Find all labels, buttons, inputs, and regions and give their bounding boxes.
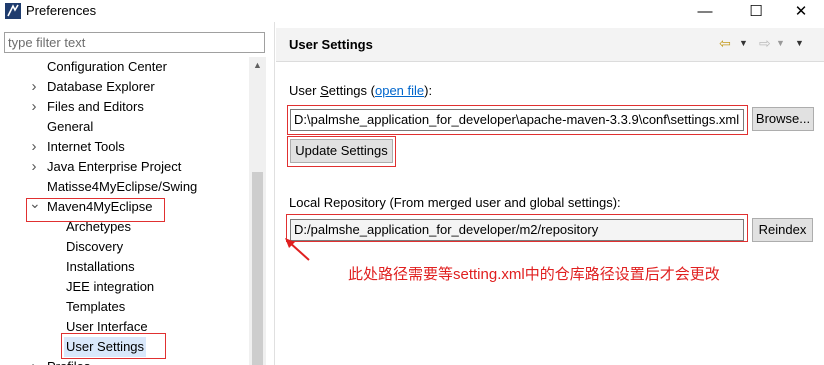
tree-item-label: Templates [66, 299, 126, 314]
user-settings-label: User Settings (open file): [289, 83, 432, 98]
page-title: User Settings [289, 37, 373, 52]
local-repository-label: Local Repository (From merged user and g… [289, 195, 621, 210]
user-settings-label-prefix: User [289, 83, 321, 98]
page-header: User Settings ⇦ ▼ ⇨ ▼ ▼ [276, 28, 824, 62]
annotation-note: 此处路径需要等setting.xml中的仓库路径设置后才会更改 [348, 266, 720, 283]
user-settings-label-mnemonic: S [320, 83, 329, 98]
user-settings-label-close: ): [424, 83, 433, 98]
tree-item[interactable]: JEE integration [0, 277, 249, 297]
chevron-down-icon[interactable]: ⌄ [29, 193, 41, 213]
tree-item-label: JEE integration [66, 279, 155, 294]
user-settings-path-field[interactable]: D:\palmshe_application_for_developer\apa… [290, 109, 744, 131]
chevron-right-icon[interactable]: › [29, 357, 39, 365]
close-button[interactable]: ✕ [778, 0, 824, 22]
tree-item[interactable]: General [0, 117, 249, 137]
tree-item[interactable]: › Java Enterprise Project [0, 157, 249, 177]
tree-item-label: Installations [66, 259, 135, 274]
tree-item[interactable]: Configuration Center [0, 57, 249, 77]
tree-item[interactable]: Discovery [0, 237, 249, 257]
tree-item-label: User Settings [64, 337, 147, 357]
tree-item-label: Java Enterprise Project [47, 159, 182, 174]
tree-item[interactable]: Templates [0, 297, 249, 317]
local-repository-path-field: D:/palmshe_application_for_developer/m2/… [290, 219, 744, 241]
update-settings-button[interactable]: Update Settings [290, 139, 393, 163]
forward-arrow-icon[interactable]: ⇨ [759, 35, 771, 52]
maximize-button[interactable]: ☐ [733, 0, 779, 22]
minimize-button[interactable]: — [682, 0, 728, 22]
tree-item[interactable]: User Settings [0, 337, 249, 357]
tree-item[interactable]: › Internet Tools [0, 137, 249, 157]
chevron-right-icon[interactable]: › [29, 97, 39, 117]
tree-item-label: Discovery [66, 239, 124, 254]
tree-item-label: Internet Tools [47, 139, 125, 154]
tree-item[interactable]: Archetypes [0, 217, 249, 237]
scroll-thumb[interactable] [252, 172, 263, 365]
reindex-button[interactable]: Reindex [752, 218, 813, 242]
tree-item-label: Profiles [47, 357, 90, 365]
tree-item-label: Database Explorer [47, 79, 155, 94]
window-title: Preferences [26, 3, 97, 18]
tree-item[interactable]: › Profiles [0, 357, 249, 365]
annotation-arrow-icon [285, 238, 310, 261]
tree-item[interactable]: › Database Explorer [0, 77, 249, 97]
tree-item-label: Archetypes [66, 219, 132, 234]
tree-item-label: User Interface [66, 319, 148, 334]
filter-input[interactable] [4, 32, 265, 53]
tree-item-label: Configuration Center [47, 59, 167, 74]
preference-tree: Configuration Center › Database Explorer › F… [0, 57, 266, 365]
user-settings-label-suffix: ettings ( [328, 83, 375, 98]
forward-dropdown-icon[interactable]: ▼ [776, 38, 785, 48]
tree-item[interactable]: Installations [0, 257, 249, 277]
scroll-up-arrow-icon[interactable]: ▲ [249, 57, 266, 74]
title-bar: Preferences — ☐ ✕ [0, 0, 824, 22]
tree-scrollbar[interactable]: ▲ [249, 57, 266, 365]
chevron-right-icon[interactable]: › [29, 157, 39, 177]
view-menu-icon[interactable]: ▼ [795, 38, 804, 48]
tree-item[interactable]: ⌄ Maven4MyEclipse [0, 195, 249, 217]
tree-item-label: General [47, 119, 94, 134]
tree-item[interactable]: › Files and Editors [0, 97, 249, 117]
app-logo-icon [5, 3, 21, 19]
browse-button[interactable]: Browse... [752, 107, 814, 131]
tree-item[interactable]: User Interface [0, 317, 249, 337]
tree-item-label: Files and Editors [47, 99, 144, 114]
back-arrow-icon[interactable]: ⇦ [719, 35, 731, 52]
chevron-right-icon[interactable]: › [29, 137, 39, 157]
panel-divider[interactable] [274, 22, 275, 365]
tree-item-label: Matisse4MyEclipse/Swing [47, 179, 198, 194]
open-file-link[interactable]: open file [375, 83, 424, 98]
back-dropdown-icon[interactable]: ▼ [739, 38, 748, 48]
tree-item-label: Maven4MyEclipse [47, 199, 153, 214]
chevron-right-icon[interactable]: › [29, 77, 39, 97]
